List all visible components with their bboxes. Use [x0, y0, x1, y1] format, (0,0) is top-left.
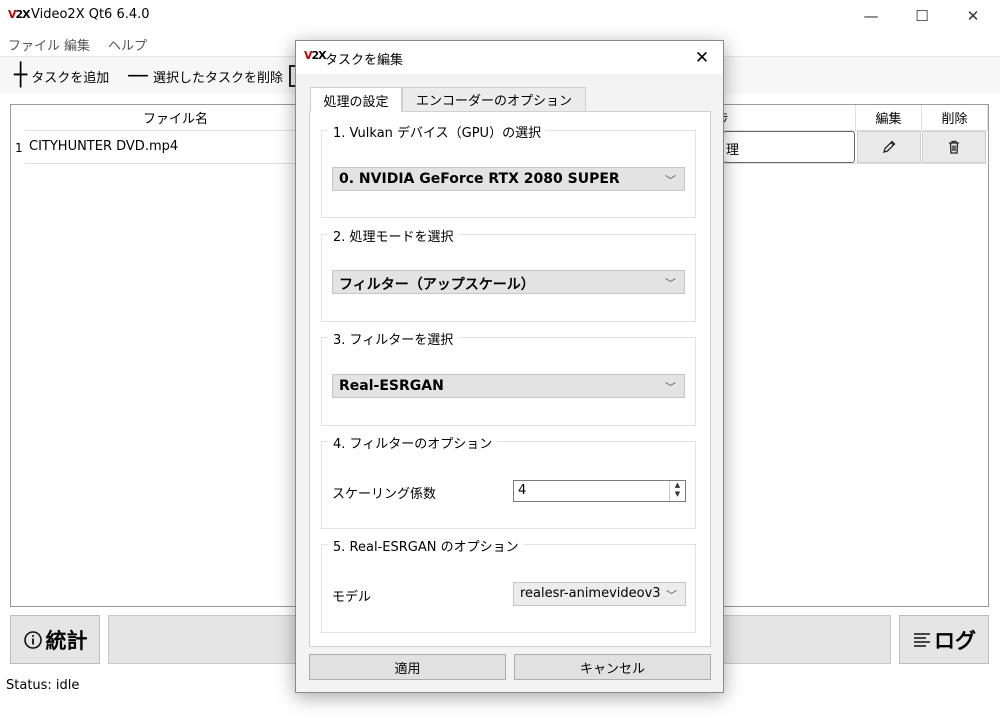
log-label: ログ [934, 628, 976, 653]
edit-task-button[interactable] [857, 131, 921, 163]
group-esrgan-options: 5. Real-ESRGAN のオプション モデル realesr-animev… [321, 536, 696, 633]
add-task-label: タスクを追加 [31, 70, 110, 86]
log-lines-icon [914, 632, 930, 647]
mode-select[interactable]: フィルター（アップスケール） ﹀ [332, 270, 685, 294]
spin-arrows-icon[interactable]: ▲ ▼ [669, 481, 685, 501]
dialog-title: タスクを編集 [325, 53, 404, 68]
tab-processing-settings[interactable]: 処理の設定 [310, 87, 402, 112]
scale-factor-value: 4 [518, 483, 527, 498]
gpu-select[interactable]: 0. NVIDIA GeForce RTX 2080 SUPER ﹀ [332, 167, 685, 191]
stats-label: 統計 [45, 628, 88, 653]
filter-select[interactable]: Real-ESRGAN ﹀ [332, 374, 685, 398]
pencil-icon [883, 140, 896, 153]
status-text: Status: idle [6, 678, 80, 693]
app-logo-icon: V2X [8, 8, 31, 21]
column-header-edit[interactable]: 編集 [856, 105, 922, 131]
menu-help[interactable]: ヘルプ [108, 35, 147, 54]
info-icon [23, 630, 42, 649]
group-filter-options-title: 4. フィルターのオプション [328, 433, 498, 452]
model-select[interactable]: realesr-animevideov3 ﹀ [513, 582, 686, 606]
table-row-filename[interactable]: CITYHUNTER DVD.mp4 [29, 139, 178, 154]
model-label: モデル [332, 590, 372, 605]
mode-select-value: フィルター（アップスケール） [339, 277, 535, 293]
chevron-down-icon: ﹀ [665, 381, 676, 394]
apply-button[interactable]: 適用 [309, 654, 506, 680]
row-status-text: 理 [726, 143, 740, 158]
group-filter: 3. フィルターを選択 Real-ESRGAN ﹀ [321, 329, 696, 426]
remove-task-label: 選択したタスクを削除 [153, 70, 284, 86]
edit-task-dialog: V2X タスクを編集 ✕ 処理の設定 エンコーダーのオプション 1. Vulka… [295, 40, 724, 693]
scale-factor-label: スケーリング係数 [332, 487, 437, 502]
filter-select-value: Real-ESRGAN [339, 378, 444, 394]
group-mode-title: 2. 処理モードを選択 [328, 226, 459, 245]
delete-task-button[interactable] [922, 131, 986, 163]
menu-file[interactable]: ファイル [8, 35, 60, 54]
minimize-icon[interactable]: — [848, 0, 894, 32]
gpu-select-value: 0. NVIDIA GeForce RTX 2080 SUPER [339, 171, 620, 187]
plus-icon: ┼ [14, 63, 28, 88]
row-index: 1 [15, 141, 23, 155]
group-filter-options: 4. フィルターのオプション スケーリング係数 4 ▲ ▼ [321, 433, 696, 529]
app-title: Video2X Qt6 6.4.0 [31, 7, 150, 22]
trash-icon [949, 140, 959, 154]
close-icon[interactable]: ✕ [950, 0, 996, 32]
main-titlebar: V2X Video2X Qt6 6.4.0 — ☐ ✕ [0, 0, 1000, 32]
tab-encoder-options[interactable]: エンコーダーのオプション [402, 87, 586, 111]
column-header-filename[interactable]: ファイル名 [25, 105, 327, 131]
column-header-delete[interactable]: 削除 [922, 105, 988, 131]
row-status: 理 [723, 131, 855, 163]
chevron-down-icon: ﹀ [666, 589, 677, 602]
stats-button[interactable]: 統計 [10, 615, 100, 664]
chevron-down-icon: ﹀ [665, 174, 676, 187]
dialog-titlebar: V2X タスクを編集 ✕ [296, 41, 723, 74]
remove-task-button[interactable]: — 選択したタスクを削除 [127, 63, 283, 89]
model-select-value: realesr-animevideov3 [520, 586, 661, 601]
maximize-icon[interactable]: ☐ [899, 0, 945, 32]
group-filter-title: 3. フィルターを選択 [328, 329, 459, 348]
add-task-button[interactable]: ┼ タスクを追加 [14, 63, 109, 89]
cancel-button[interactable]: キャンセル [514, 654, 711, 680]
column-header-progress[interactable]: 捗 [711, 105, 856, 131]
dialog-logo-icon: V2X [304, 49, 327, 62]
dialog-close-icon[interactable]: ✕ [685, 41, 719, 74]
group-esrgan-options-title: 5. Real-ESRGAN のオプション [328, 536, 524, 555]
scale-factor-spinbox[interactable]: 4 ▲ ▼ [513, 480, 686, 502]
menu-edit[interactable]: 編集 [64, 35, 90, 54]
chevron-down-icon: ﹀ [665, 277, 676, 290]
group-gpu: 1. Vulkan デバイス（GPU）の選択 0. NVIDIA GeForce… [321, 122, 696, 218]
group-mode: 2. 処理モードを選択 フィルター（アップスケール） ﹀ [321, 226, 696, 322]
minus-icon: — [127, 63, 149, 88]
group-gpu-title: 1. Vulkan デバイス（GPU）の選択 [328, 122, 547, 141]
tab-pane-processing: 1. Vulkan デバイス（GPU）の選択 0. NVIDIA GeForce… [309, 111, 711, 647]
log-button[interactable]: ログ [899, 615, 989, 664]
